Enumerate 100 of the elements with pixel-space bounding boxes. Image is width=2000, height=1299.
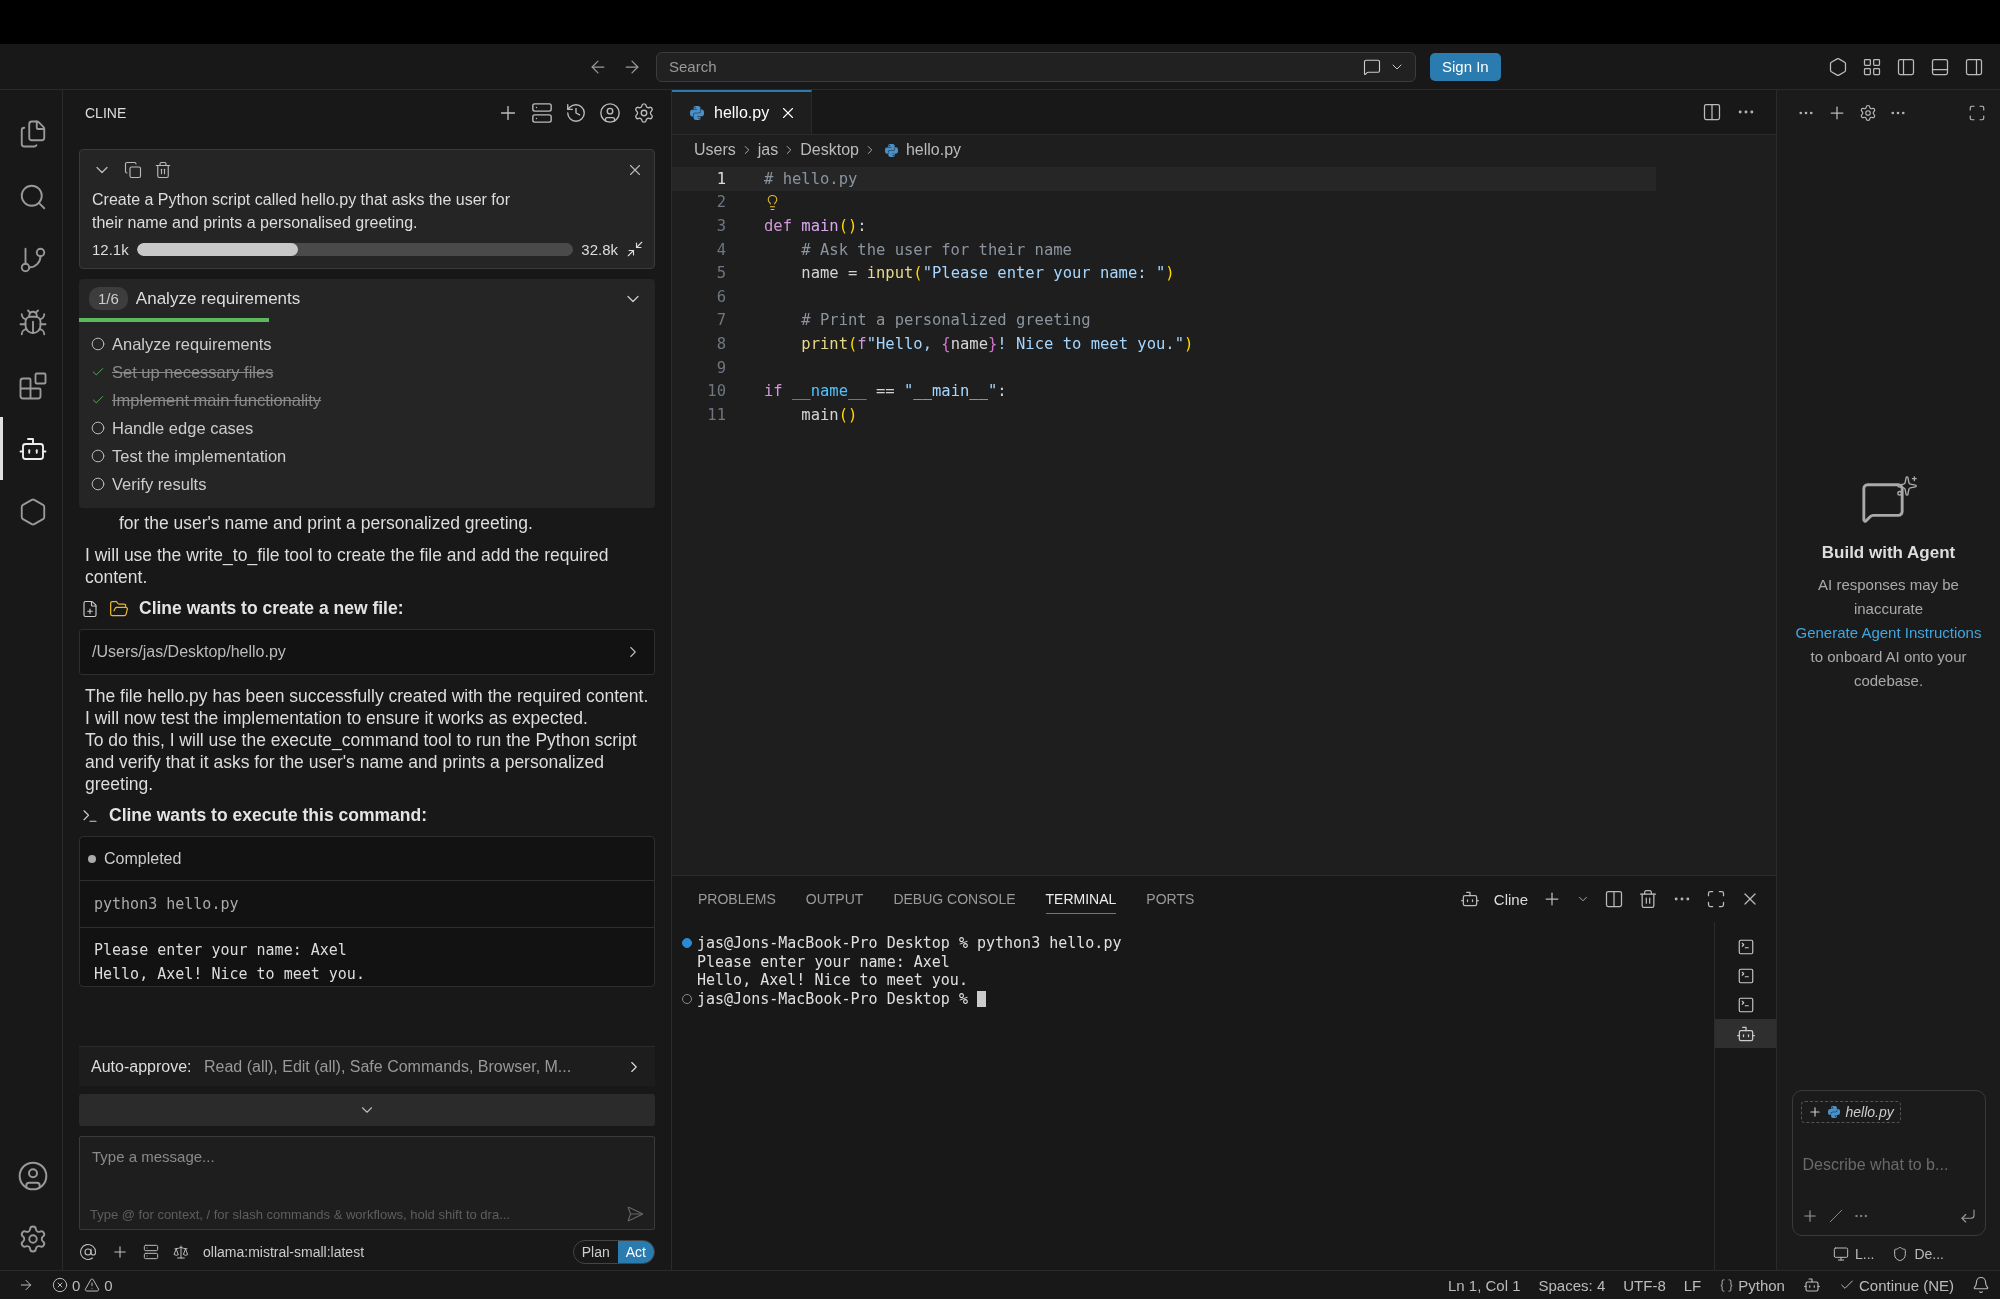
language-mode[interactable]: Python — [1738, 1276, 1785, 1294]
terminal-line: Hello, Axel! Nice to meet you. — [697, 971, 968, 990]
panel-tab[interactable]: PROBLEMS — [698, 884, 776, 914]
line-ending[interactable]: LF — [1683, 1276, 1702, 1294]
folder-icon — [109, 598, 129, 619]
send-icon[interactable] — [626, 1205, 644, 1223]
continue-status[interactable]: Continue (NE) — [1858, 1276, 1954, 1294]
cursor-position[interactable]: Ln 1, Col 1 — [1447, 1276, 1521, 1294]
panel-left-icon[interactable] — [1896, 56, 1916, 77]
chat-icon[interactable] — [1363, 57, 1381, 76]
line-number: 8 — [715, 334, 726, 353]
panel-tab[interactable]: OUTPUT — [805, 884, 864, 914]
maximize-icon[interactable] — [1706, 889, 1726, 909]
panel-tab[interactable]: TERMINAL — [1045, 884, 1117, 914]
search-input[interactable]: Search — [667, 57, 1355, 76]
todo-counter: 1/6 — [89, 287, 128, 310]
warning-icon[interactable] — [84, 1277, 101, 1293]
warning-count[interactable]: 0 — [104, 1276, 113, 1294]
compress-icon[interactable] — [626, 240, 644, 258]
remote-icon[interactable] — [18, 1277, 34, 1293]
trash-icon[interactable] — [1638, 889, 1658, 909]
sign-in-button[interactable]: Sign In — [1430, 52, 1501, 81]
panel-right-icon[interactable] — [1964, 56, 1984, 77]
bug-icon[interactable] — [17, 307, 48, 338]
check-icon — [91, 365, 105, 379]
settings-icon[interactable] — [1859, 103, 1877, 122]
terminal-session[interactable] — [1715, 1019, 1776, 1048]
account-icon[interactable] — [16, 1159, 49, 1192]
at-icon[interactable] — [79, 1243, 97, 1261]
line-number: 4 — [715, 240, 726, 259]
settings-icon[interactable] — [633, 101, 655, 124]
terminal-name[interactable]: Cline — [1493, 890, 1528, 908]
robot-icon[interactable] — [1459, 889, 1480, 909]
check-icon — [91, 393, 105, 407]
breadcrumb-item[interactable]: jas — [757, 141, 779, 159]
terminal-icon[interactable] — [1736, 937, 1755, 956]
account-icon[interactable] — [599, 101, 621, 124]
braces-icon[interactable] — [1719, 1277, 1735, 1293]
mode-toggle[interactable]: Plan — [573, 1241, 618, 1263]
history-icon[interactable] — [565, 101, 587, 124]
enter-icon[interactable] — [1958, 1207, 1977, 1225]
command-text: python3 hello.py — [80, 881, 654, 928]
status-dot — [88, 854, 96, 863]
plus-icon[interactable] — [111, 1243, 129, 1261]
terminal-icon[interactable] — [1736, 966, 1755, 985]
todo-item: Verify results — [112, 474, 207, 494]
footer-option[interactable]: L... — [1854, 1246, 1875, 1262]
agent-title: Build with Agent — [1821, 543, 1956, 563]
monitor-icon[interactable] — [1832, 1246, 1849, 1262]
breadcrumb-item[interactable]: Desktop — [800, 141, 859, 159]
panel-title: CLINE — [84, 104, 127, 121]
trash-icon[interactable] — [154, 161, 172, 179]
breadcrumb-item[interactable]: Users — [694, 141, 736, 159]
todo-item: Analyze requirements — [112, 334, 272, 354]
split-icon[interactable] — [1702, 102, 1722, 122]
model-selector[interactable]: ollama:mistral-small:latest — [203, 1244, 559, 1260]
footer-option[interactable]: De... — [1914, 1246, 1944, 1262]
code-line: # Print a personalized greeting — [801, 311, 1091, 330]
bell-icon[interactable] — [1972, 1276, 1990, 1294]
indentation[interactable]: Spaces: 4 — [1538, 1276, 1606, 1294]
server-icon[interactable] — [531, 101, 553, 124]
scale-icon[interactable] — [173, 1244, 189, 1260]
server-icon[interactable] — [143, 1244, 159, 1260]
blocks-icon[interactable] — [17, 370, 48, 401]
copy-icon[interactable] — [124, 161, 142, 179]
maximize-icon[interactable] — [1968, 103, 1986, 122]
file-path-row[interactable]: /Users/jas/Desktop/hello.py — [79, 629, 655, 675]
search-field[interactable]: Search — [656, 51, 1416, 82]
breadcrumb-item[interactable]: hello.py — [905, 141, 962, 159]
agent-note: AI responses may be inaccurate — [1817, 575, 1960, 619]
slash-icon[interactable] — [1828, 1209, 1843, 1223]
todo-title: Analyze requirements — [135, 288, 302, 309]
context-chip[interactable]: hello.py — [1800, 1101, 1901, 1123]
panel-tab[interactable]: PORTS — [1146, 884, 1195, 914]
mode-toggle[interactable]: Act — [617, 1241, 654, 1263]
agent-chat-input[interactable]: hello.py Describe what to b... — [1791, 1090, 1986, 1236]
todo-item: Set up necessary files — [112, 362, 274, 382]
error-count[interactable]: 0 — [72, 1276, 81, 1294]
error-icon[interactable] — [52, 1277, 68, 1293]
panel-bottom-icon[interactable] — [1930, 56, 1950, 77]
shield-icon[interactable] — [1892, 1246, 1909, 1262]
command-output: Please enter your name: Axel — [94, 940, 348, 961]
input-hint: Type @ for context, / for slash commands & workflows, hold shift to dra... — [90, 1206, 510, 1222]
agent-message-input[interactable]: Describe what to b... — [1800, 1155, 1977, 1175]
message-text-input[interactable]: Type a message... — [90, 1147, 644, 1166]
generate-instructions-link[interactable]: Generate Agent Instructions — [1795, 624, 1982, 641]
message-text: The file hello.py has been successfully created with the required content. I will now test the implementation to ensure it works as expected. — [84, 685, 650, 729]
editor-tab[interactable]: hello.py — [672, 90, 813, 134]
panel-tab[interactable]: DEBUG CONSOLE — [893, 884, 1016, 914]
auto-approve-bar[interactable]: Auto-approve: Read (all), Edit (all), Safe Commands, Browser, M... — [79, 1046, 655, 1086]
terminal-icon[interactable] — [1736, 995, 1755, 1014]
layout-icon[interactable] — [1862, 56, 1882, 77]
code-line: # Ask the user for their name — [801, 240, 1072, 259]
split-icon[interactable] — [1604, 889, 1624, 909]
task-text: Create a Python script called hello.py that asks the user for their name and prints a personalised greeting. — [92, 190, 511, 233]
line-number: 3 — [715, 217, 726, 235]
python-icon — [690, 106, 704, 120]
request-title: Cline wants to create a new file: — [139, 598, 404, 619]
encoding[interactable]: UTF-8 — [1623, 1276, 1666, 1294]
hexagon-icon[interactable] — [1828, 56, 1848, 77]
